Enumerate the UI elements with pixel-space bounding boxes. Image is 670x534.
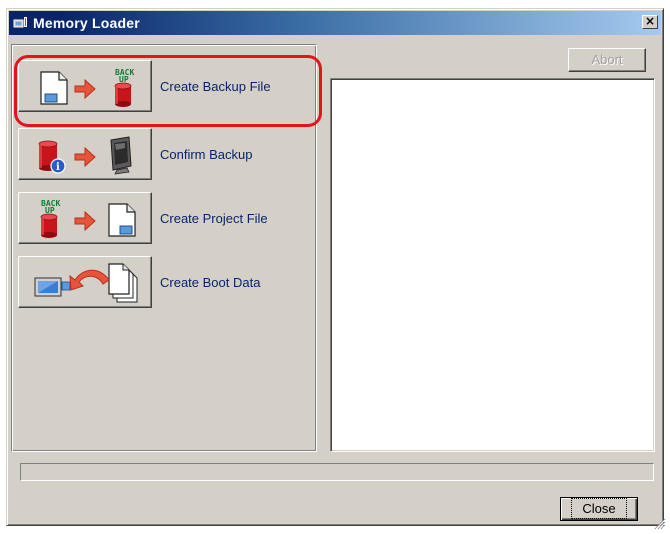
confirm-backup-button[interactable]: i: [18, 128, 152, 180]
create-project-file-label: Create Project File: [160, 210, 268, 226]
confirm-backup-label: Confirm Backup: [160, 146, 253, 162]
highlight-callout: [14, 55, 322, 127]
create-boot-data-label: Create Boot Data: [160, 274, 261, 290]
title-bar[interactable]: Memory Loader ×: [9, 11, 661, 35]
app-icon: [13, 17, 27, 28]
progress-bar: [20, 463, 654, 481]
backup-info-to-monitor-icon: i: [38, 136, 132, 175]
action-row-create-project-file: BACK UP Create Project File: [18, 192, 268, 244]
close-button-label: Close: [571, 498, 627, 519]
abort-button[interactable]: Abort: [568, 48, 646, 72]
backup-to-file-icon: BACK UP: [40, 199, 136, 238]
log-output-area[interactable]: [330, 78, 655, 452]
close-button[interactable]: Close: [560, 497, 638, 521]
create-project-file-button[interactable]: BACK UP: [18, 192, 152, 244]
action-row-create-boot-data: Create Boot Data: [18, 256, 260, 308]
close-icon: ×: [644, 14, 656, 28]
close-window-button[interactable]: ×: [642, 15, 658, 29]
file-to-device-icon: [34, 263, 138, 303]
create-boot-data-button[interactable]: [18, 256, 152, 308]
action-row-confirm-backup: i Confirm Backup: [18, 128, 252, 180]
resize-grip-icon[interactable]: [654, 518, 666, 530]
svg-text:i: i: [56, 162, 60, 173]
window-title: Memory Loader: [33, 15, 140, 31]
